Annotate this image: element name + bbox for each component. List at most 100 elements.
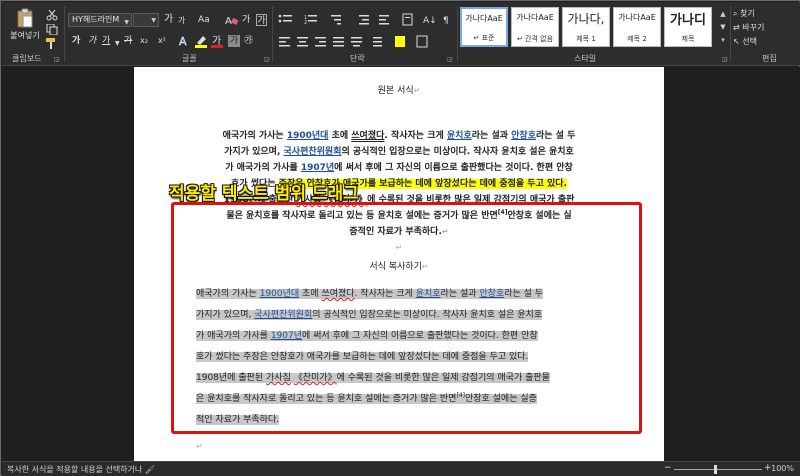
text-run: 에 써서 후에 그 자신의 이름으로 출판했다는 것이다. 한편 안창 [334, 163, 573, 173]
enclose-characters-button[interactable]: ㉮ [244, 35, 253, 47]
style-sample: 가나다AaE [618, 13, 656, 22]
svg-text:A: A [179, 35, 187, 48]
replace-icon: ⇄ [733, 23, 743, 32]
font-group-label: 글꼴 [182, 54, 197, 63]
heading-original: 원본 서식↵ [134, 83, 664, 96]
chevron-down-icon: ▼ [124, 19, 129, 26]
link[interactable]: 1900년대 [287, 131, 329, 141]
cut-icon[interactable] [46, 10, 58, 21]
paste-button[interactable]: 붙여넣기 [8, 6, 42, 46]
text-run: 가지가 있으며, [224, 147, 284, 157]
zoom-level[interactable]: 100% [771, 464, 794, 473]
style-heading-1[interactable]: 가나다, 제목 1 [562, 7, 610, 47]
chevron-down-icon[interactable]: ▼ [718, 21, 728, 34]
style-heading-2[interactable]: 가나다AaE 제목 2 [613, 7, 661, 47]
style-name: ↵ 표준 [473, 34, 495, 42]
zoom-slider-thumb[interactable] [714, 465, 717, 474]
empty-paragraph: ↵ [196, 442, 203, 452]
zoom-slider[interactable] [674, 469, 762, 470]
shrink-font-button[interactable]: 가 [178, 15, 185, 27]
paragraph-toolbar-row2 [279, 35, 428, 48]
select-button[interactable]: ↖ 선택 [733, 36, 757, 47]
styles-gallery: 가나다AaE ↵ 표준 가나다AaE ↵ 간격 없음 가나다, 제목 1 가나다… [460, 7, 720, 49]
search-icon: ⌕ [733, 9, 741, 18]
bold-button[interactable]: 가 [72, 35, 80, 47]
original-line-2: 가지가 있으며, 국사편찬위원회의 공식적인 입장으로는 미상이다. 작사자 윤… [134, 144, 664, 157]
clipboard-icon [17, 8, 33, 28]
style-normal[interactable]: 가나다AaE ↵ 표준 [460, 7, 508, 47]
text-run: . 작사자는 크게 [384, 131, 447, 141]
status-bar: 복사한 서식을 적용할 내용을 선택하거나 🖌 − + 100% [2, 461, 800, 476]
text-run: 라는 설과 [471, 131, 512, 141]
select-label: 선택 [742, 37, 757, 46]
chevron-down-icon: ▼ [151, 17, 156, 24]
clipboard-launcher-icon[interactable]: ◲ [54, 56, 60, 63]
text-run: 초에 [328, 131, 352, 141]
font-color-icon[interactable]: 가 [210, 34, 224, 48]
style-title[interactable]: 가나디 제목 [664, 7, 712, 47]
more-icon[interactable]: ▾ [718, 34, 728, 47]
style-sample: 가나다AaE [465, 14, 503, 23]
replace-label: 바꾸기 [742, 23, 765, 32]
cursor-icon: ↖ [733, 37, 743, 46]
styles-launcher-icon[interactable]: ◲ [722, 56, 728, 63]
italic-button[interactable]: 가 [88, 35, 96, 47]
word-window: 붙여넣기 클립보드 ◲ HY헤드라인M ▼ ▼ 가 가 Aa A 가 가 가 가… [0, 0, 800, 476]
character-border-button[interactable]: 가 [256, 14, 267, 26]
copy-icon[interactable] [46, 24, 58, 35]
superscript-button[interactable]: x² [158, 35, 166, 47]
svg-text:A: A [225, 16, 232, 26]
link[interactable]: 국사편찬위원회 [284, 147, 342, 157]
link[interactable]: 윤치호 [447, 131, 472, 141]
text-run: 가 애국가의 가사를 [225, 163, 301, 173]
font-launcher-icon[interactable]: ◲ [264, 56, 270, 63]
group-divider [457, 6, 458, 62]
styles-scroll[interactable]: ▲ ▼ ▾ [718, 8, 728, 48]
highlight-icon[interactable] [194, 34, 208, 48]
paragraph-launcher-icon[interactable]: ◲ [447, 56, 453, 63]
format-painter-cursor-icon: 🖌 [144, 465, 155, 474]
svg-text:A↓: A↓ [423, 16, 437, 26]
original-line-1: 애국가의 가사는 1900년대 초에 쓰여졌다. 작사자는 크게 윤치호라는 설… [134, 128, 664, 141]
styles-group-label: 스타일 [574, 54, 597, 63]
format-painter-icon[interactable] [46, 38, 58, 49]
chevron-down-icon[interactable]: ▼ [115, 38, 120, 50]
style-name: ↵ 간격 없음 [516, 35, 554, 43]
style-sample: 가나디 [670, 13, 706, 28]
status-message-text: 복사한 서식을 적용할 내용을 선택하거나 [7, 465, 145, 474]
annotation-caption: 적용할 텍스트 범위 드래그 [169, 184, 359, 204]
style-name: 제목 1 [576, 35, 596, 43]
clipboard-group-label: 클립보드 [12, 54, 42, 63]
paragraph-mark: ↵ [413, 86, 421, 95]
svg-text:2: 2 [304, 20, 307, 26]
text-run: 쓰여졌다 [351, 131, 385, 141]
font-size-dropdown[interactable]: ▼ [133, 13, 159, 27]
style-name: 제목 2 [627, 35, 647, 43]
clear-formatting-icon[interactable]: A [225, 14, 239, 26]
text-effects-icon[interactable]: A [178, 34, 192, 48]
style-sample: 가나다AaE [516, 13, 554, 22]
underline-button[interactable]: 가 [102, 35, 110, 47]
paste-label: 붙여넣기 [10, 31, 40, 40]
font-name-value: HY헤드라인M [72, 15, 120, 24]
status-message: 복사한 서식을 적용할 내용을 선택하거나 🖌 [7, 464, 155, 475]
original-line-3: 가 애국가의 가사를 1907년에 써서 후에 그 자신의 이름으로 출판했다는… [134, 160, 664, 173]
style-sample: 가나다, [567, 12, 605, 26]
change-case-button[interactable]: Aa [198, 14, 210, 26]
character-shading-button[interactable]: 가 [228, 35, 240, 47]
zoom-out-button[interactable]: − [664, 463, 672, 473]
style-no-spacing[interactable]: 가나다AaE ↵ 간격 없음 [511, 7, 559, 47]
grow-font-button[interactable]: 가 [164, 14, 173, 26]
link[interactable]: 안창호 [511, 131, 536, 141]
strikethrough-button[interactable]: 가 [124, 35, 132, 47]
ribbon-home: 붙여넣기 클립보드 ◲ HY헤드라인M ▼ ▼ 가 가 Aa A 가 가 가 가… [2, 2, 800, 66]
editing-group-label: 편집 [762, 54, 777, 63]
text-run: 애국가의 가사는 [222, 131, 287, 141]
find-button[interactable]: ⌕ 찾기 [733, 8, 755, 19]
chevron-up-icon[interactable]: ▲ [718, 8, 728, 21]
subscript-button[interactable]: x₂ [140, 35, 148, 47]
replace-button[interactable]: ⇄ 바꾸기 [733, 22, 764, 33]
font-name-dropdown[interactable]: HY헤드라인M ▼ [68, 13, 132, 27]
link[interactable]: 1907년 [301, 163, 334, 173]
phonetic-guide-button[interactable]: 가 [242, 14, 250, 26]
